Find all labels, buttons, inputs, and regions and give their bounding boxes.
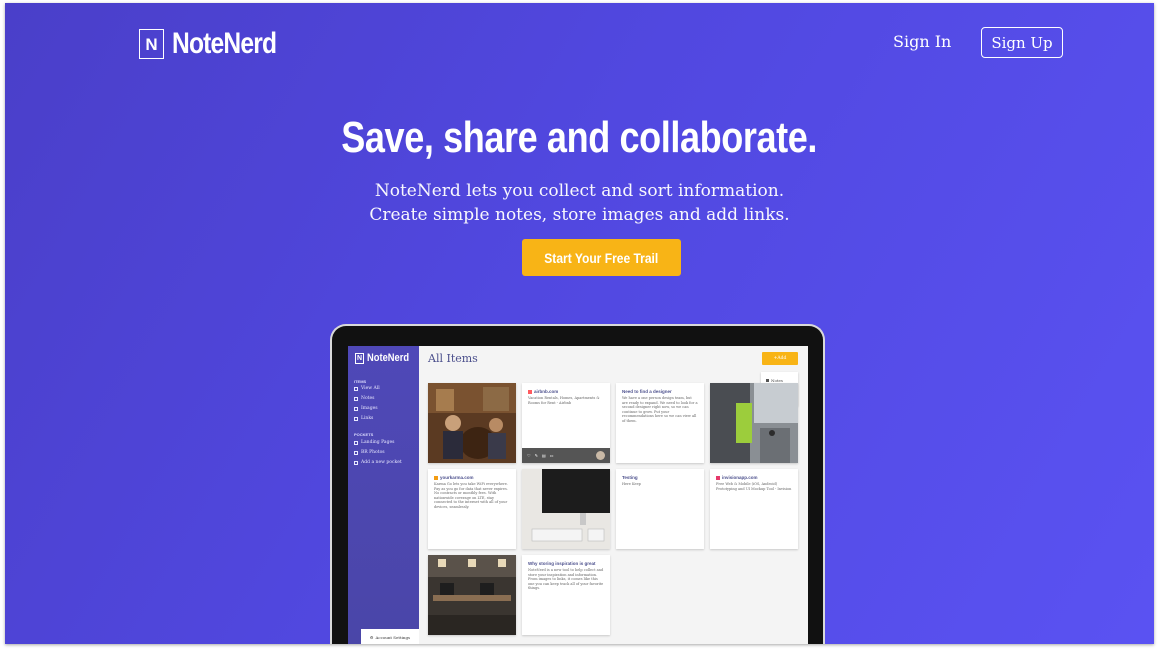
- card-airbnb: airbnb.com Vacation Rentals, Homes, Apar…: [522, 383, 610, 463]
- app-add-button: +Add: [762, 352, 798, 365]
- karma-favicon-icon: [434, 475, 438, 480]
- card-photo-office: [710, 383, 798, 463]
- plus-icon: [354, 460, 358, 465]
- heart-icon: ♡: [527, 453, 531, 458]
- app-sidebar: N NoteNerd ITEMS View All Notes Images L…: [348, 346, 419, 644]
- folder-icon: [354, 440, 358, 445]
- logo-mark-icon: N: [139, 29, 164, 59]
- sidebar-item-notes: Notes: [354, 396, 374, 401]
- card-invisionapp: invisionapp.com Free Web & Mobile (iOS, …: [710, 469, 798, 549]
- avatar: [596, 451, 605, 460]
- workspace-photo-image: [428, 555, 516, 635]
- brand-name: NoteNerd: [172, 27, 277, 60]
- brand-logo[interactable]: N NoteNerd: [139, 27, 299, 61]
- card-designer-note: Need to find a designer We have a one pe…: [616, 383, 704, 463]
- folder-icon: [354, 450, 358, 455]
- trash-icon: ▤: [541, 453, 546, 458]
- card-testing: Testing Here Keep: [616, 469, 704, 549]
- desk-photo-image: [522, 469, 610, 549]
- card-photo-desk: [522, 469, 610, 549]
- sidebar-item-links: Links: [354, 416, 373, 421]
- sidebar-item-images: Images: [354, 406, 378, 411]
- landing-page: N NoteNerd Sign In Sign Up Save, share a…: [5, 3, 1154, 644]
- sidebar-pocket-landing-pages: Landing Pages: [354, 440, 394, 445]
- card-photo-workspace: [428, 555, 516, 635]
- app-screenshot: N NoteNerd ITEMS View All Notes Images L…: [348, 346, 808, 644]
- sidebar-items-heading: ITEMS: [354, 379, 367, 384]
- account-settings: ⚙ Account Settings: [361, 629, 419, 644]
- sidebar-add-pocket: Add a new pocket: [354, 460, 402, 465]
- gear-icon: ⚙: [369, 635, 374, 640]
- hero-subtitle: NoteNerd lets you collect and sort infor…: [5, 179, 1154, 227]
- start-trial-button[interactable]: Start Your Free Trail: [522, 239, 681, 276]
- sidebar-pockets-heading: POCKETS: [354, 432, 374, 437]
- edit-icon: ✎: [534, 453, 538, 458]
- hero-subtitle-line-2: Create simple notes, store images and ad…: [369, 205, 790, 225]
- sign-in-link[interactable]: Sign In: [893, 32, 951, 51]
- hero-title: Save, share and collaborate.: [341, 113, 818, 162]
- share-icon: ▭: [549, 453, 554, 458]
- hero-subtitle-line-1: NoteNerd lets you collect and sort infor…: [374, 181, 785, 201]
- card-yourkarma: yourkarma.com Karma Go lets you take WiF…: [428, 469, 516, 549]
- bar-photo-image: [428, 383, 516, 463]
- image-icon: [354, 406, 358, 411]
- app-logo-mark-icon: N: [355, 352, 364, 364]
- app-logo-text: NoteNerd: [367, 352, 410, 364]
- laptop-mockup: N NoteNerd ITEMS View All Notes Images L…: [330, 324, 825, 644]
- link-icon: [354, 416, 358, 421]
- sign-up-button[interactable]: Sign Up: [981, 27, 1063, 58]
- list-icon: [354, 386, 358, 391]
- note-icon: [766, 378, 769, 382]
- app-page-title: All Items: [428, 352, 478, 365]
- app-logo: N NoteNerd: [355, 352, 417, 364]
- invision-favicon-icon: [716, 475, 720, 480]
- sidebar-pocket-br-photos: BR Photos: [354, 450, 385, 455]
- sidebar-item-view-all: View All: [354, 386, 380, 391]
- note-icon: [354, 396, 358, 401]
- card-photo-bar: [428, 383, 516, 463]
- office-photo-image: [710, 383, 798, 463]
- card-inspiration: Why storing inspiration is great NoteNer…: [522, 555, 610, 635]
- airbnb-favicon-icon: [528, 389, 532, 394]
- card-actions-bar: ♡ ✎ ▤ ▭: [522, 448, 610, 463]
